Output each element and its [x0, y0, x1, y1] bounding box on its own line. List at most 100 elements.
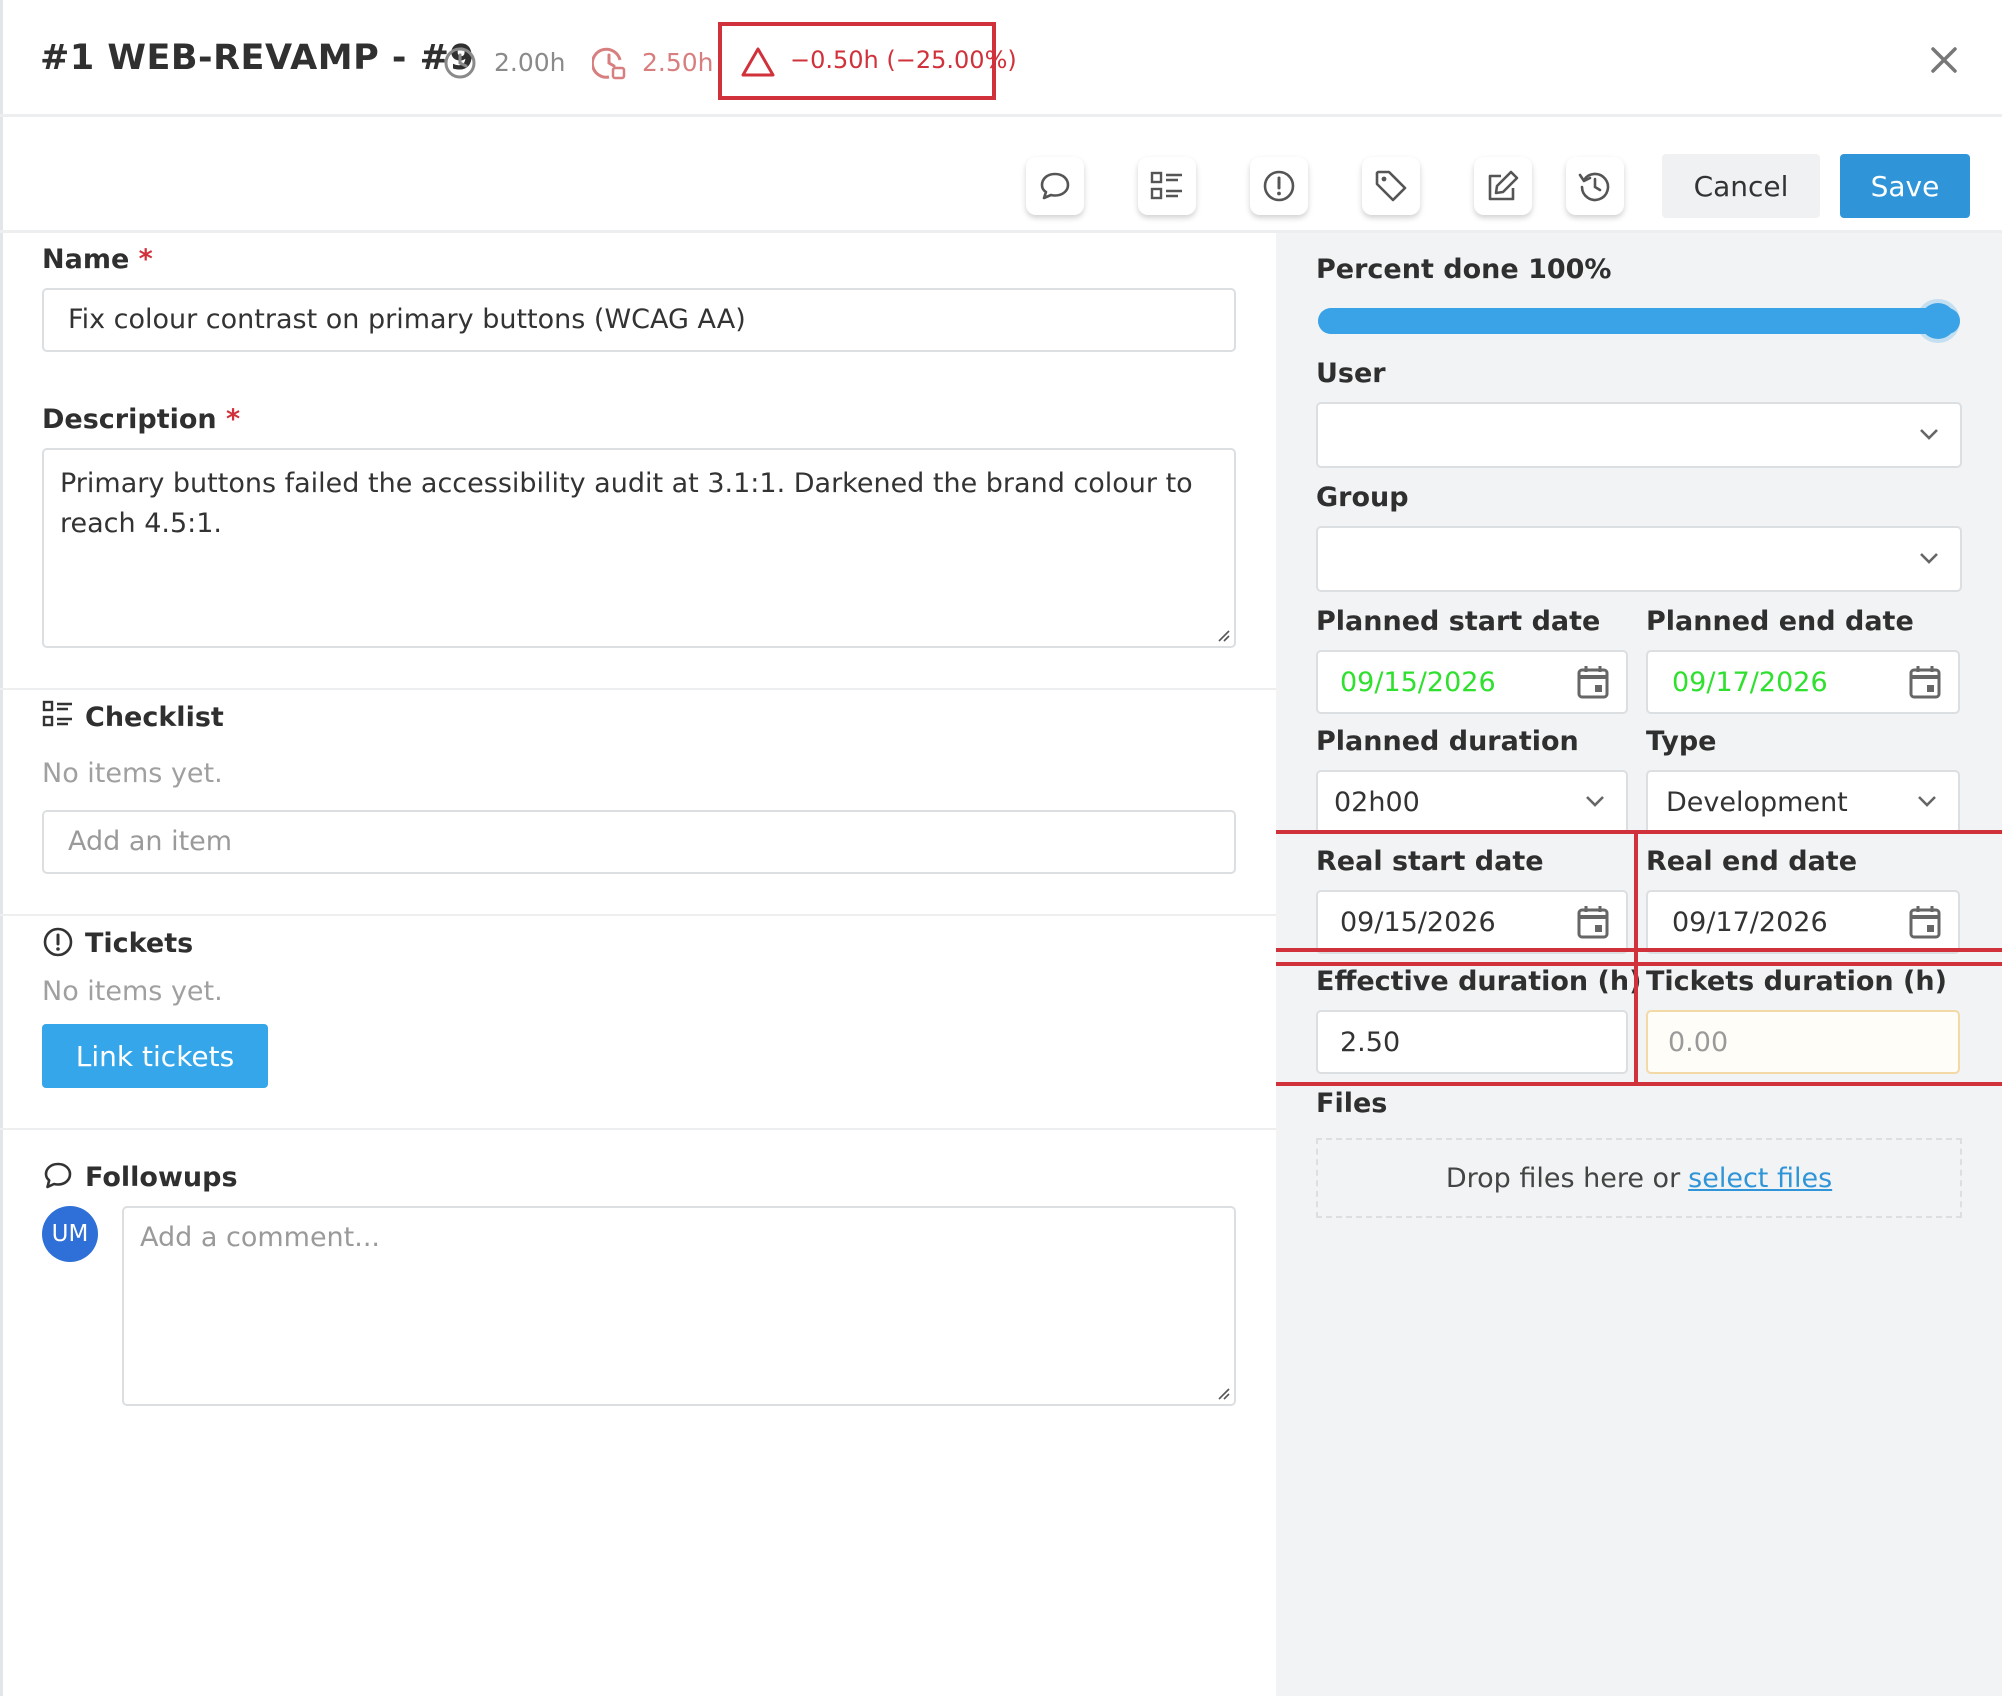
- add-item-placeholder: Add an item: [68, 826, 233, 857]
- required-marker: *: [226, 404, 241, 435]
- planned-hours: 2.00h: [494, 48, 566, 77]
- history-button[interactable]: [1566, 157, 1624, 215]
- left-edge-strip: [0, 0, 3, 1696]
- group-select[interactable]: [1316, 526, 1962, 592]
- add-checklist-item-input[interactable]: Add an item: [42, 810, 1236, 874]
- ticket-alert-icon: [43, 927, 73, 957]
- hours-difference: −0.50h (−25.00%): [790, 46, 1017, 74]
- history-icon: [1578, 172, 1610, 202]
- percent-done-label: Percent done 100%: [1316, 254, 1612, 285]
- user-select[interactable]: [1316, 402, 1962, 468]
- real-end-value: 09/17/2026: [1672, 907, 1828, 938]
- tickets-duration-input: 0.00: [1646, 1010, 1960, 1074]
- edit-icon: [1488, 170, 1519, 201]
- section-divider: [0, 914, 1276, 916]
- planned-duration-value: 02h00: [1334, 787, 1420, 818]
- resize-handle-icon[interactable]: [1214, 1384, 1230, 1400]
- followup-button[interactable]: [1026, 157, 1084, 215]
- files-label: Files: [1316, 1088, 1388, 1119]
- ticket-button[interactable]: [1250, 157, 1308, 215]
- percent-done-handle[interactable]: [1920, 303, 1956, 339]
- planned-duration-select[interactable]: 02h00: [1316, 770, 1628, 834]
- chevron-down-icon: [1586, 796, 1604, 807]
- type-select[interactable]: Development: [1646, 770, 1960, 834]
- link-tickets-button[interactable]: Link tickets: [42, 1024, 268, 1088]
- effective-duration-input[interactable]: 2.50: [1316, 1010, 1628, 1074]
- planned-start-value: 09/15/2026: [1340, 667, 1496, 698]
- planned-end-value: 09/17/2026: [1672, 667, 1828, 698]
- cancel-button[interactable]: Cancel: [1662, 154, 1820, 218]
- real-start-date-input[interactable]: 09/15/2026: [1316, 890, 1628, 954]
- resize-handle-icon[interactable]: [1214, 626, 1230, 642]
- highlight-line: [1634, 830, 1638, 1086]
- description-label: Description *: [42, 404, 240, 435]
- tag-icon: [1375, 170, 1407, 202]
- chevron-down-icon: [1920, 553, 1938, 564]
- tickets-duration-value: 0.00: [1668, 1027, 1729, 1058]
- comment-placeholder: Add a comment...: [140, 1222, 381, 1253]
- real-start-label: Real start date: [1316, 846, 1544, 877]
- tag-button[interactable]: [1362, 157, 1420, 215]
- name-label: Name *: [42, 244, 153, 275]
- planned-start-date-input[interactable]: 09/15/2026: [1316, 650, 1628, 714]
- real-start-value: 09/15/2026: [1340, 907, 1496, 938]
- clock-icon: [444, 47, 476, 79]
- header-divider: [0, 114, 2002, 117]
- close-icon[interactable]: [1924, 40, 1964, 80]
- highlight-line: [1276, 830, 2002, 834]
- real-end-label: Real end date: [1646, 846, 1858, 877]
- checklist-icon: [42, 700, 72, 727]
- planned-end-label: Planned end date: [1646, 606, 1914, 637]
- calendar-icon[interactable]: [1576, 904, 1610, 940]
- calendar-icon[interactable]: [1908, 904, 1942, 940]
- planned-start-label: Planned start date: [1316, 606, 1601, 637]
- checklist-title: Checklist: [85, 702, 224, 733]
- tickets-title: Tickets: [85, 928, 194, 959]
- section-divider: [0, 688, 1276, 690]
- user-label: User: [1316, 358, 1386, 389]
- effective-hours: 2.50h: [642, 48, 714, 77]
- description-value: Primary buttons failed the accessibility…: [60, 468, 1193, 539]
- file-drop-zone[interactable]: Drop files here or select files: [1316, 1138, 1962, 1218]
- highlight-line: [1276, 962, 2002, 966]
- name-input[interactable]: Fix colour contrast on primary buttons (…: [42, 288, 1236, 352]
- type-label: Type: [1646, 726, 1717, 757]
- planned-duration-label: Planned duration: [1316, 726, 1579, 757]
- description-label-text: Description: [42, 404, 217, 435]
- save-button[interactable]: Save: [1840, 154, 1970, 218]
- checklist-icon: [1150, 171, 1182, 200]
- page-title: #1 WEB-REVAMP - #9: [40, 38, 475, 78]
- tickets-empty-text: No items yet.: [42, 976, 223, 1007]
- effective-duration-value: 2.50: [1340, 1027, 1401, 1058]
- comment-textarea[interactable]: Add a comment...: [122, 1206, 1236, 1406]
- required-marker: *: [138, 244, 153, 275]
- comment-icon: [44, 1162, 72, 1189]
- clock-lock-icon: [592, 47, 626, 80]
- calendar-icon[interactable]: [1576, 664, 1610, 700]
- select-files-link[interactable]: select files: [1688, 1163, 1832, 1194]
- name-value: Fix colour contrast on primary buttons (…: [68, 304, 746, 335]
- followups-title: Followups: [85, 1162, 238, 1193]
- edit-button[interactable]: [1474, 157, 1532, 215]
- comment-icon: [1040, 172, 1070, 200]
- real-end-date-input[interactable]: 09/17/2026: [1646, 890, 1960, 954]
- tickets-duration-label: Tickets duration (h): [1646, 966, 1947, 997]
- warning-triangle-icon: [741, 47, 775, 77]
- drop-text: Drop files here or: [1445, 1162, 1681, 1194]
- ticket-alert-icon: [1263, 170, 1295, 202]
- description-textarea[interactable]: Primary buttons failed the accessibility…: [42, 448, 1236, 648]
- calendar-icon[interactable]: [1908, 664, 1942, 700]
- chevron-down-icon: [1918, 796, 1936, 807]
- percent-done-fill: [1318, 308, 1960, 334]
- avatar: UM: [42, 1206, 98, 1262]
- name-label-text: Name: [42, 244, 130, 275]
- planned-end-date-input[interactable]: 09/17/2026: [1646, 650, 1960, 714]
- highlight-line: [1276, 1082, 2002, 1086]
- effective-duration-label: Effective duration (h): [1316, 966, 1642, 997]
- section-divider: [0, 1128, 1276, 1130]
- chevron-down-icon: [1920, 429, 1938, 440]
- highlight-line: [1276, 948, 2002, 952]
- group-label: Group: [1316, 482, 1409, 513]
- type-value: Development: [1666, 787, 1848, 818]
- checklist-button[interactable]: [1138, 157, 1196, 215]
